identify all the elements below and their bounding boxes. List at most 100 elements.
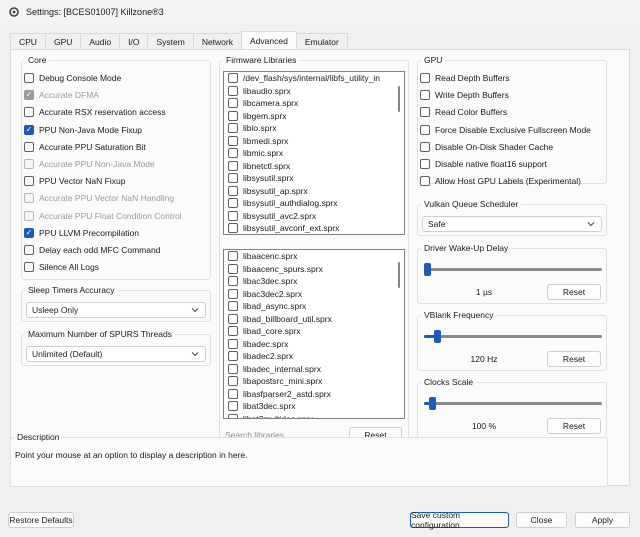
checkbox[interactable] [228,160,238,171]
checkbox[interactable] [228,301,238,312]
checkbox[interactable] [228,185,238,196]
driver-wakeup-slider[interactable] [424,263,602,276]
checkbox[interactable] [228,173,238,184]
list-item[interactable]: libaacenc_spurs.sprx [224,263,404,276]
checkbox[interactable] [228,135,238,146]
sleep-timers-combo[interactable]: Usleep Only [26,302,206,318]
checkbox[interactable] [420,124,430,135]
checkbox[interactable] [228,123,238,134]
checkbox[interactable] [228,251,238,262]
list-item[interactable]: libad_billboard_util.sprx [224,313,404,326]
list-item[interactable]: libio.sprx [224,122,404,135]
list-item[interactable]: libat3multidec.sprx [224,413,404,418]
checkbox[interactable] [228,73,238,84]
checkbox[interactable] [420,159,430,169]
tab-emulator[interactable]: Emulator [295,33,348,49]
scrollbar-thumb[interactable] [398,262,400,288]
checkbox[interactable] [228,401,238,412]
core-option-accurate-ppu-saturation-bit[interactable]: Accurate PPU Saturation Bit [24,140,146,154]
checkbox[interactable] [228,363,238,374]
checkbox[interactable] [228,263,238,274]
gpu-option-force-disable-exclusive-fullscreen-mode[interactable]: Force Disable Exclusive Fullscreen Mode [420,123,591,137]
core-option-silence-all-logs[interactable]: Silence All Logs [24,260,99,274]
core-option-ppu-llvm-precompilation[interactable]: ✓ PPU LLVM Precompilation [24,226,139,240]
list-item[interactable]: libnetctl.sprx [224,160,404,173]
clocks-scale-slider[interactable] [424,397,602,410]
core-option-ppu-non-java-mode-fixup[interactable]: ✓ PPU Non-Java Mode Fixup [24,123,142,137]
clocks-scale-reset-button[interactable]: Reset [547,418,601,434]
list-item[interactable]: libcamera.sprx [224,97,404,110]
list-item[interactable]: libsysutil_authdialog.sprx [224,197,404,210]
spurs-threads-combo[interactable]: Unlimited (Default) [26,346,206,362]
slider-thumb[interactable] [429,397,437,410]
list-item[interactable]: libmedi.sprx [224,135,404,148]
checkbox[interactable] [420,107,430,118]
checkbox[interactable] [228,376,238,387]
list-item[interactable]: libac3dec.sprx [224,275,404,288]
close-button[interactable]: Close [516,512,567,528]
checkbox[interactable] [228,110,238,121]
checkbox[interactable] [24,107,34,118]
checkbox[interactable] [228,85,238,96]
checkbox[interactable] [24,73,34,83]
list-item[interactable]: libaudio.sprx [224,85,404,98]
checkbox[interactable] [228,276,238,287]
checkbox[interactable] [420,90,430,101]
list-item[interactable]: libasfparser2_astd.sprx [224,388,404,401]
checkbox[interactable] [228,313,238,324]
checkbox[interactable] [24,141,34,152]
gpu-option-disable-on-disk-shader-cache[interactable]: Disable On-Disk Shader Cache [420,140,553,154]
gpu-option-write-depth-buffers[interactable]: Write Depth Buffers [420,88,509,102]
checkbox[interactable] [420,73,430,83]
checkbox[interactable] [228,326,238,337]
core-option-delay-each-odd-mfc-command[interactable]: Delay each odd MFC Command [24,243,160,257]
gpu-option-read-color-buffers[interactable]: Read Color Buffers [420,105,507,119]
tab-io[interactable]: I/O [119,33,149,49]
checkbox[interactable] [228,338,238,349]
list-item[interactable]: libapostsrc_mini.sprx [224,375,404,388]
core-option-accurate-rsx-reservation-access[interactable]: Accurate RSX reservation access [24,105,166,119]
slider-thumb[interactable] [424,263,431,276]
scrollbar-thumb[interactable] [398,86,400,112]
list-item[interactable]: libac3dec2.sprx [224,288,404,301]
list-item[interactable]: libad_core.sprx [224,325,404,338]
checkbox[interactable] [228,198,238,209]
vulkan-scheduler-combo[interactable]: Safe [422,216,602,232]
slider-thumb[interactable] [434,330,442,343]
list-item[interactable]: libaacenc.sprx [224,250,404,263]
vblank-reset-button[interactable]: Reset [547,351,601,367]
list-item[interactable]: libsysutil_ap.sprx [224,185,404,198]
vblank-slider[interactable] [424,330,602,343]
driver-wakeup-reset-button[interactable]: Reset [547,284,601,300]
list-item[interactable]: libsysutil_avc2.sprx [224,210,404,223]
tab-system[interactable]: System [147,33,194,49]
gpu-option-read-depth-buffers[interactable]: Read Depth Buffers [420,71,510,85]
checkbox[interactable] [228,223,238,234]
checkbox[interactable] [24,176,34,187]
core-option-debug-console-mode[interactable]: Debug Console Mode [24,71,121,85]
checkbox-checked[interactable]: ✓ [24,124,34,135]
firmware-list-secondary[interactable]: libaacenc.sprx libaacenc_spurs.sprx libac3… [223,249,405,419]
checkbox[interactable] [228,351,238,362]
list-item[interactable]: libadec.sprx [224,338,404,351]
checkbox[interactable] [420,141,430,152]
checkbox[interactable] [24,245,34,255]
apply-button[interactable]: Apply [575,512,630,528]
checkbox[interactable] [24,262,34,273]
tab-cpu[interactable]: CPU [10,33,46,49]
checkbox[interactable] [228,98,238,109]
tab-audio[interactable]: Audio [80,33,121,49]
list-item[interactable]: libgem.sprx [224,110,404,123]
checkbox[interactable] [420,176,430,187]
tab-advanced[interactable]: Advanced [241,31,297,49]
checkbox[interactable] [228,148,238,159]
list-item[interactable]: libad_async.sprx [224,300,404,313]
list-item[interactable]: libmic.sprx [224,147,404,160]
gpu-option-allow-host-gpu-labels-experimental[interactable]: Allow Host GPU Labels (Experimental) [420,174,581,188]
core-option-ppu-vector-nan-fixup[interactable]: PPU Vector NaN Fixup [24,174,125,188]
list-item[interactable]: libsysutil_avconf_ext.sprx [224,222,404,234]
firmware-list-primary[interactable]: /dev_flash/sys/internal/libfs_utility_in… [223,71,405,235]
restore-defaults-button[interactable]: Restore Defaults [8,512,74,528]
checkbox[interactable] [228,210,238,221]
list-item[interactable]: /dev_flash/sys/internal/libfs_utility_in [224,72,404,85]
